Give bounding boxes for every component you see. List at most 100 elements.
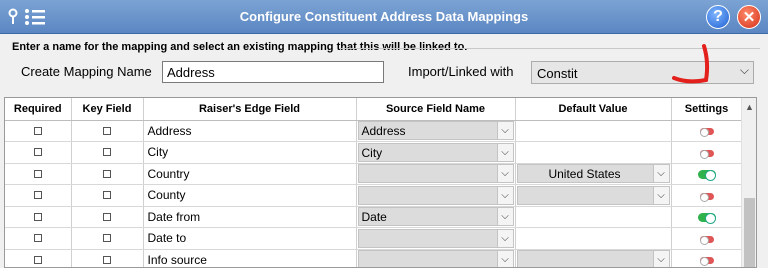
toggle-icon[interactable] (697, 170, 716, 182)
required-checkbox[interactable] (33, 255, 42, 264)
required-checkbox-cell (5, 249, 72, 267)
default-value-select[interactable]: ⌵ (516, 250, 670, 267)
re-field-cell: Date to (143, 227, 357, 250)
toggle-icon[interactable] (699, 235, 714, 245)
toggle-icon[interactable] (697, 213, 716, 225)
key-field-checkbox[interactable] (103, 191, 111, 200)
source-field-cell: ⌵ (356, 163, 516, 185)
title-bar: Configure Constituent Address Data Mappi… (0, 0, 768, 34)
source-field-select[interactable]: ⌵ (357, 185, 514, 205)
required-checkbox[interactable] (33, 148, 42, 157)
default-value-cell: ⌵ (515, 184, 672, 207)
chevron-down-icon[interactable]: ⌵ (496, 208, 513, 226)
vertical-scrollbar[interactable]: ▲ (741, 98, 756, 267)
mapping-grid[interactable]: Required Key Field Raiser's Edge Field S… (4, 97, 757, 268)
re-field-cell: County (143, 184, 357, 207)
required-checkbox-cell (5, 184, 72, 207)
toggle-icon[interactable] (699, 149, 714, 159)
chevron-down-icon[interactable]: ⌵ (652, 251, 669, 267)
required-checkbox[interactable] (33, 126, 42, 135)
source-field-select[interactable]: City ⌵ (357, 142, 514, 162)
source-field-select[interactable]: Date ⌵ (357, 207, 514, 227)
key-field-checkbox-cell (71, 206, 144, 228)
import-linked-value: Constit (537, 66, 578, 81)
close-icon[interactable]: ✕ (737, 5, 761, 29)
mapping-table: Required Key Field Raiser's Edge Field S… (5, 98, 743, 267)
required-checkbox-cell (5, 206, 72, 228)
table-row[interactable]: City City ⌵ (5, 141, 743, 164)
column-header-source-field[interactable]: Source Field Name (356, 98, 516, 121)
default-value-select[interactable]: United States ⌵ (516, 164, 670, 184)
table-row[interactable]: County ⌵ ⌵ (5, 184, 743, 207)
required-checkbox-cell (5, 227, 72, 250)
key-field-checkbox[interactable] (103, 169, 111, 178)
chevron-down-icon[interactable]: ⌵ (652, 186, 669, 204)
re-field-cell: Date from (143, 206, 357, 228)
required-checkbox[interactable] (33, 169, 42, 178)
column-header-key-field[interactable]: Key Field (71, 98, 144, 121)
key-field-checkbox[interactable] (103, 212, 111, 221)
scroll-up-icon[interactable]: ▲ (742, 102, 756, 112)
toggle-icon[interactable] (699, 128, 714, 138)
source-field-value: Date (361, 210, 387, 225)
chevron-down-icon[interactable]: ⌵ (740, 63, 749, 78)
required-checkbox-cell (5, 120, 72, 142)
key-field-checkbox-cell (71, 249, 144, 267)
column-header-default-value[interactable]: Default Value (515, 98, 672, 121)
key-field-checkbox-cell (71, 184, 144, 207)
required-checkbox[interactable] (33, 234, 42, 243)
chevron-down-icon[interactable]: ⌵ (496, 229, 513, 247)
chevron-down-icon[interactable]: ⌵ (496, 186, 513, 204)
settings-cell (671, 141, 743, 164)
source-field-select[interactable]: ⌵ (357, 250, 514, 267)
import-linked-select[interactable]: Constit ⌵ (531, 61, 754, 84)
toggle-icon[interactable] (699, 192, 714, 202)
chevron-down-icon[interactable]: ⌵ (496, 122, 513, 140)
table-row[interactable]: Date from Date ⌵ (5, 206, 743, 228)
key-field-checkbox[interactable] (103, 126, 111, 135)
key-field-checkbox[interactable] (103, 234, 111, 243)
required-checkbox-cell (5, 163, 72, 185)
default-value-cell: United States ⌵ (515, 163, 672, 185)
settings-cell (671, 227, 743, 250)
scroll-thumb[interactable] (744, 198, 755, 267)
settings-cell (671, 206, 743, 228)
table-row[interactable]: Address Address ⌵ (5, 120, 743, 142)
required-checkbox[interactable] (33, 212, 42, 221)
column-header-settings[interactable]: Settings (671, 98, 743, 121)
chevron-down-icon[interactable]: ⌵ (652, 165, 669, 183)
settings-cell (671, 120, 743, 142)
table-body: Address Address ⌵ City City ⌵ Country ⌵ United S… (5, 120, 743, 267)
default-value-cell[interactable] (515, 206, 672, 228)
chevron-down-icon[interactable]: ⌵ (496, 143, 513, 161)
default-value-select[interactable]: ⌵ (516, 185, 670, 205)
default-value-cell[interactable] (515, 227, 672, 250)
source-field-cell: ⌵ (356, 227, 516, 250)
source-field-value: Address (361, 124, 406, 139)
mapping-name-input[interactable] (162, 61, 384, 83)
table-row[interactable]: Info source ⌵ ⌵ (5, 249, 743, 267)
help-icon[interactable]: ? (706, 5, 730, 29)
re-field-cell: City (143, 141, 357, 164)
default-value-cell[interactable] (515, 120, 672, 142)
table-row[interactable]: Country ⌵ United States ⌵ (5, 163, 743, 185)
key-field-checkbox[interactable] (103, 255, 111, 264)
source-field-select[interactable]: Address ⌵ (357, 121, 514, 141)
default-value-cell: ⌵ (515, 249, 672, 267)
chevron-down-icon[interactable]: ⌵ (496, 251, 513, 267)
table-row[interactable]: Date to ⌵ (5, 227, 743, 250)
toggle-icon[interactable] (699, 257, 714, 267)
annotation-arrow (672, 44, 710, 84)
source-field-select[interactable]: ⌵ (357, 228, 514, 248)
column-header-re-field[interactable]: Raiser's Edge Field (143, 98, 357, 121)
required-checkbox[interactable] (33, 191, 42, 200)
column-header-required[interactable]: Required (5, 98, 72, 121)
key-field-checkbox[interactable] (103, 148, 111, 157)
chevron-down-icon[interactable]: ⌵ (496, 165, 513, 183)
source-field-cell: Date ⌵ (356, 206, 516, 228)
key-field-checkbox-cell (71, 227, 144, 250)
key-field-checkbox-cell (71, 141, 144, 164)
source-field-select[interactable]: ⌵ (357, 164, 514, 184)
default-value-cell[interactable] (515, 141, 672, 164)
source-field-cell: City ⌵ (356, 141, 516, 164)
